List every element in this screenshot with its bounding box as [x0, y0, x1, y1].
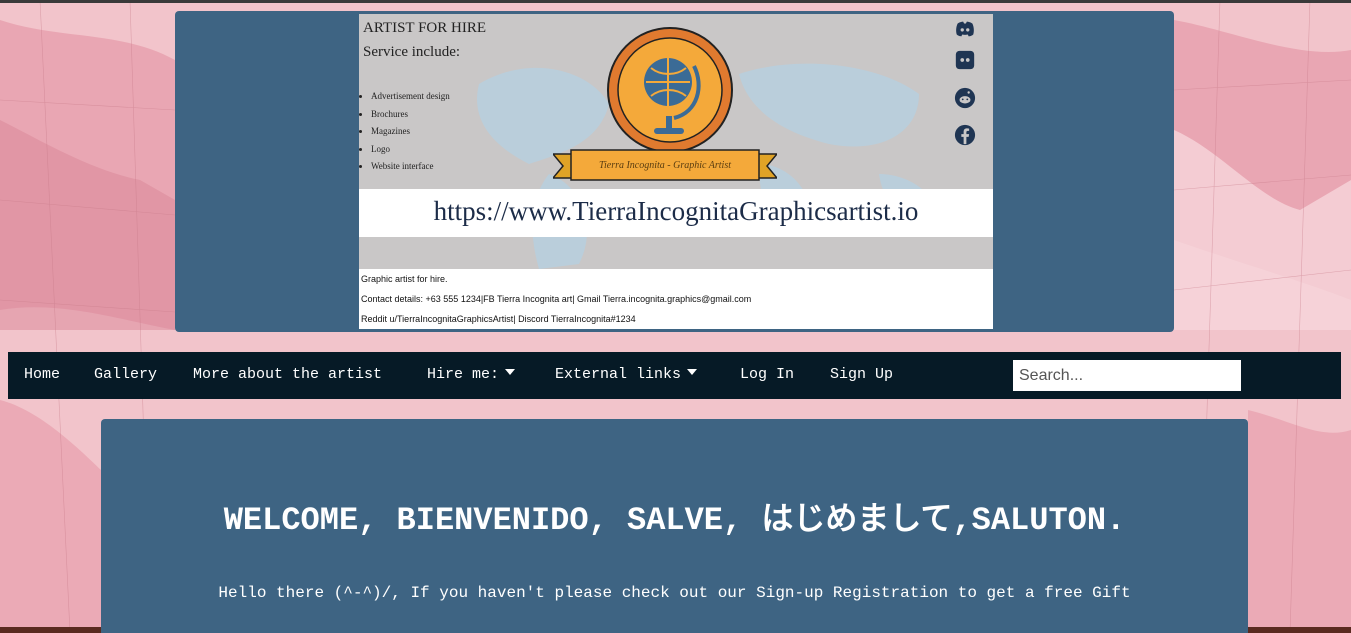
discord-icon [955, 50, 975, 70]
contact-line: Contact details: +63 555 1234|FB Tierra … [361, 294, 752, 304]
service-item: Magazines [371, 123, 450, 141]
header-panel: ARTIST FOR HIRE Service include: Adverti… [175, 11, 1174, 332]
discord-icon [956, 21, 974, 37]
caret-down-icon [505, 369, 516, 376]
artist-banner-image: ARTIST FOR HIRE Service include: Adverti… [359, 14, 993, 329]
welcome-heading: WELCOME, BIENVENIDO, SALVE, はじめまして,SALUT… [223, 502, 1126, 539]
contact-line: Graphic artist for hire. [361, 274, 448, 284]
nav-log-in[interactable]: Log In [740, 352, 794, 399]
top-border [0, 0, 1351, 3]
service-item: Website interface [371, 158, 450, 176]
nav-hire-me-dropdown[interactable]: Hire me: [427, 352, 516, 399]
caret-down-icon [687, 369, 698, 376]
brand-name: Tierra Incognita - Graphic Artist [598, 160, 732, 171]
globe-logo-icon [607, 27, 733, 153]
main-navbar: Home Gallery More about the artist Hire … [8, 352, 1341, 399]
service-item: Advertisement design [371, 88, 450, 106]
service-item: Logo [371, 141, 450, 159]
reddit-icon [954, 87, 976, 109]
nav-home[interactable]: Home [24, 352, 60, 399]
nav-gallery[interactable]: Gallery [94, 352, 157, 399]
contact-line: Reddit u/TierraIncognitaGraphicsArtist| … [361, 314, 636, 324]
service-item: Brochures [371, 106, 450, 124]
nav-external-links-dropdown[interactable]: External links [555, 352, 698, 399]
services-list: Advertisement design Brochures Magazines… [359, 88, 450, 176]
facebook-icon [954, 124, 976, 146]
welcome-message: Hello there (^-^)/, If you haven't pleas… [218, 584, 1131, 602]
nav-external-links-label: External links [555, 366, 682, 383]
search-input[interactable] [1013, 360, 1241, 391]
banner-service-heading: Service include: [363, 44, 461, 60]
welcome-section: WELCOME, BIENVENIDO, SALVE, はじめまして,SALUT… [101, 419, 1248, 633]
nav-sign-up[interactable]: Sign Up [830, 352, 893, 399]
nav-hire-me-label: Hire me: [427, 366, 500, 383]
website-url: https://www.TierraIncognitaGraphicsartis… [433, 196, 919, 226]
banner-title: ARTIST FOR HIRE [363, 20, 487, 36]
nav-about-artist[interactable]: More about the artist [193, 352, 382, 399]
